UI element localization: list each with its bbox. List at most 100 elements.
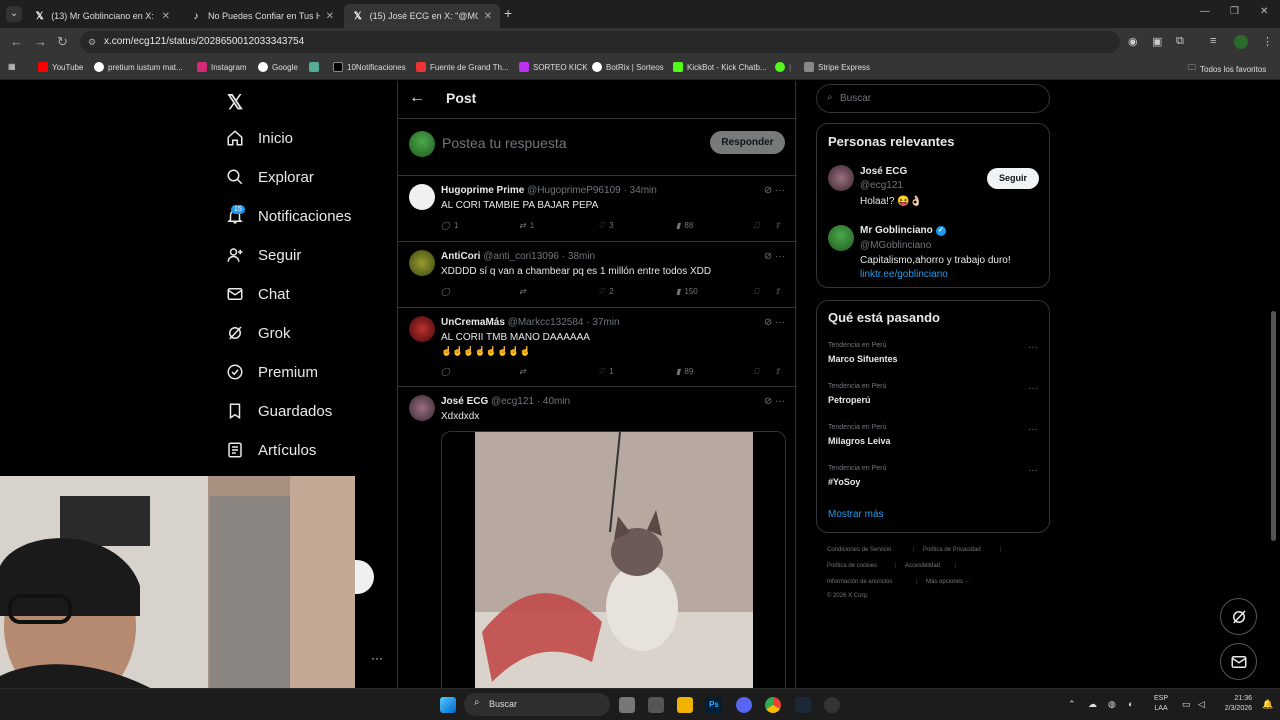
reply-count-button[interactable]: ◯: [441, 287, 450, 296]
browser-tab-1[interactable]: 𝕏 (13) Mr Goblinciano en X: "🧨 A ✕: [26, 4, 178, 28]
tray-icon[interactable]: ◍: [1108, 699, 1116, 710]
close-icon[interactable]: ✕: [326, 11, 334, 22]
trend-name[interactable]: Marco Sifuentes: [828, 354, 898, 364]
browser-tab-2[interactable]: ♪ No Puedes Confiar en Tus Héroe ✕: [182, 4, 342, 28]
share-button[interactable]: ⇪: [774, 287, 781, 296]
volume-icon[interactable]: ◁: [1198, 699, 1205, 710]
extension-icon[interactable]: ◉: [1128, 35, 1138, 48]
footer-link[interactable]: Política de Privacidad: [923, 547, 981, 553]
like-button[interactable]: ♡ 2: [598, 287, 614, 296]
avatar[interactable]: [828, 225, 854, 251]
steam-icon[interactable]: [795, 697, 811, 713]
extensions-icon[interactable]: ⧉: [1176, 35, 1184, 48]
apps-icon[interactable]: ▦: [8, 62, 16, 71]
reply-button[interactable]: Responder: [710, 131, 785, 154]
browser-tab-3[interactable]: 𝕏 (15) José ECG en X: "@MGoblin ✕: [344, 4, 500, 28]
grok-icon[interactable]: ⊘: [764, 317, 772, 328]
reply-count-button[interactable]: ◯: [441, 367, 450, 376]
sidebar-item-articulos[interactable]: Artículos: [226, 441, 316, 459]
retweet-button[interactable]: ⇄ 1: [519, 221, 534, 230]
close-window-button[interactable]: ✕: [1260, 6, 1268, 17]
maximize-button[interactable]: ❐: [1230, 6, 1239, 17]
bookmark-button[interactable]: ⎕: [754, 287, 759, 297]
views-button[interactable]: ▮ 88: [676, 221, 693, 230]
more-options-icon[interactable]: ···: [371, 651, 383, 665]
more-options-icon[interactable]: ···: [775, 251, 785, 262]
like-button[interactable]: ♡ 3: [598, 221, 614, 230]
sidebar-item-explorar[interactable]: Explorar: [226, 168, 314, 186]
app-icon[interactable]: [648, 697, 664, 713]
share-button[interactable]: ⇪: [774, 221, 781, 230]
file-explorer-icon[interactable]: [677, 697, 693, 713]
footer-link[interactable]: Política de cookies: [827, 563, 877, 569]
bookmark-youtube[interactable]: YouTube: [38, 62, 83, 72]
sidebar-item-premium[interactable]: Premium: [226, 363, 318, 381]
grok-icon[interactable]: ⊘: [764, 396, 772, 407]
close-icon[interactable]: ✕: [484, 11, 492, 22]
author-name[interactable]: José ECG: [441, 396, 488, 407]
retweet-button[interactable]: ⇄: [519, 287, 526, 296]
tray-icon[interactable]: ☁: [1088, 699, 1097, 710]
forward-button[interactable]: →: [34, 34, 47, 49]
reply-item[interactable]: AntiCori @anti_cori13096 · 38min ⊘ ··· X…: [398, 242, 797, 307]
more-options-icon[interactable]: ···: [775, 185, 785, 196]
bookmark-sorteo-kick[interactable]: SORTEO KICK: [519, 62, 588, 72]
clock[interactable]: 21:36 2/3/2026: [1216, 694, 1252, 714]
sidebar-item-grok[interactable]: Grok: [226, 324, 291, 342]
task-view-icon[interactable]: [619, 697, 635, 713]
person-name-row[interactable]: Mr Goblinciano ✓: [860, 225, 946, 236]
bookmark-button[interactable]: ⎕: [754, 367, 759, 377]
bookmark-stripe[interactable]: Stripe Express: [804, 62, 870, 72]
messages-float-button[interactable]: [1220, 643, 1257, 680]
more-options-icon[interactable]: ···: [775, 317, 785, 328]
bookmark-icon-only[interactable]: |: [775, 62, 791, 72]
sidebar-item-chat[interactable]: Chat: [226, 285, 290, 303]
person-link[interactable]: linktr.ee/goblinciano: [860, 269, 948, 280]
footer-link[interactable]: Más opciones ···: [926, 579, 971, 585]
extension-icon[interactable]: ▣: [1152, 35, 1162, 48]
views-button[interactable]: ▮ 89: [676, 367, 693, 376]
bookmark-gta[interactable]: Fuente de Grand Th...: [416, 62, 509, 72]
close-icon[interactable]: ✕: [162, 11, 170, 22]
more-options-icon[interactable]: ···: [1028, 465, 1038, 476]
grok-float-button[interactable]: [1220, 598, 1257, 635]
more-options-icon[interactable]: ···: [1028, 383, 1038, 394]
bookmark-instagram[interactable]: Instagram: [197, 62, 247, 72]
bookmark-google[interactable]: Google: [258, 62, 298, 72]
media-container[interactable]: [441, 431, 786, 688]
back-arrow-icon[interactable]: ←: [409, 89, 425, 107]
footer-link[interactable]: Información de anuncios: [827, 579, 892, 585]
reload-button[interactable]: ↻: [57, 34, 68, 50]
media-icon[interactable]: ≡: [1210, 35, 1216, 47]
windows-start-icon[interactable]: [440, 697, 456, 713]
network-icon[interactable]: ▭: [1182, 699, 1191, 710]
sidebar-item-seguir[interactable]: Seguir: [226, 246, 301, 264]
taskbar-search[interactable]: ⌕ Buscar: [464, 693, 610, 716]
new-tab-button[interactable]: +: [504, 5, 512, 21]
profile-avatar[interactable]: [1234, 35, 1248, 49]
chrome-icon[interactable]: [765, 697, 781, 713]
site-info-icon[interactable]: ⚙: [88, 31, 96, 53]
url-field[interactable]: ⚙ x.com/ecg121/status/202865001203334375…: [80, 31, 1120, 53]
tab-search-button[interactable]: ⌄: [6, 6, 22, 22]
reply-item[interactable]: UnCremaMás @Markcc132584 · 37min ⊘ ··· A…: [398, 308, 797, 386]
scrollbar[interactable]: [1271, 311, 1276, 541]
post-button[interactable]: [355, 560, 374, 594]
bookmark-kickbot[interactable]: KickBot - Kick Chatb...: [673, 62, 767, 72]
retweet-button[interactable]: ⇄: [519, 367, 526, 376]
sidebar-item-guardados[interactable]: Guardados: [226, 402, 332, 420]
back-button[interactable]: ←: [10, 34, 23, 49]
footer-link[interactable]: Condiciones de Servicio: [827, 547, 891, 553]
trend-name[interactable]: Petroperú: [828, 395, 871, 405]
menu-icon[interactable]: ⋮: [1262, 35, 1273, 48]
tray-icon[interactable]: ◐: [1128, 699, 1133, 709]
reply-item[interactable]: Hugoprime Prime @HugoprimeP96109 · 34min…: [398, 176, 797, 240]
minimize-button[interactable]: —: [1200, 6, 1210, 17]
sidebar-item-notificaciones[interactable]: Notificaciones: [226, 207, 351, 225]
reply-item[interactable]: José ECG @ecg121 · 40min ⊘ ··· Xdxdxdx: [398, 387, 797, 688]
all-bookmarks-folder[interactable]: 🗀 Todos los favoritos: [1188, 62, 1266, 76]
language-indicator[interactable]: ESP LAA: [1154, 694, 1168, 714]
notifications-icon[interactable]: 🔔: [1262, 699, 1273, 710]
grok-icon[interactable]: ⊘: [764, 185, 772, 196]
bookmark-10notificaciones[interactable]: 10Notificaciones: [333, 62, 406, 72]
